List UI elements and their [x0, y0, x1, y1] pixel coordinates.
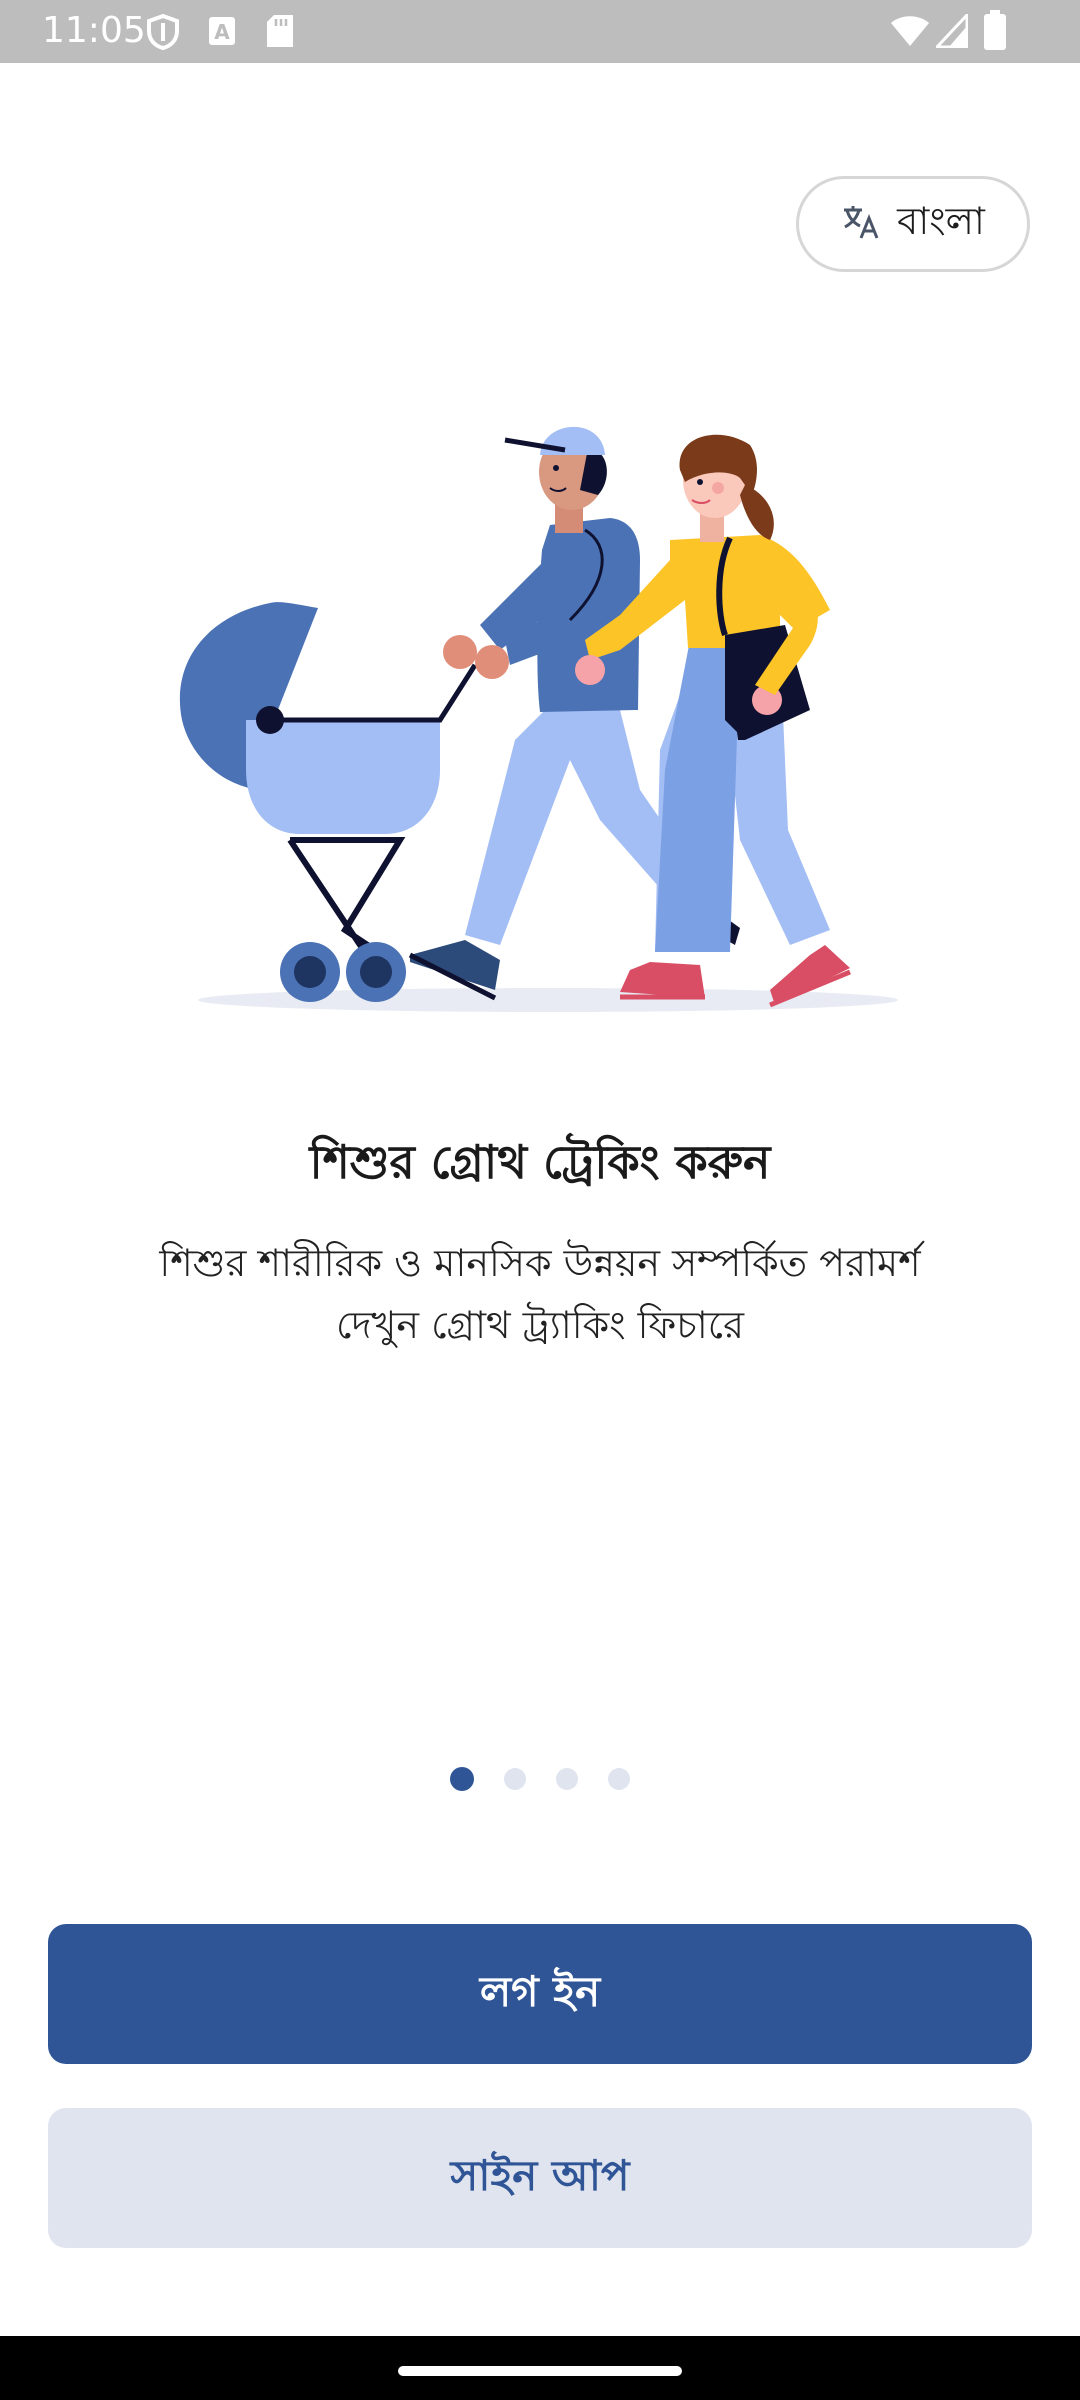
login-button[interactable]: লগ ইন: [48, 1924, 1032, 2064]
home-gesture-handle[interactable]: [398, 2366, 682, 2376]
page-indicator: [0, 1767, 1080, 1791]
shield-icon: [146, 13, 180, 54]
svg-text:A: A: [214, 20, 230, 44]
onboarding-title: শিশুর গ্রোথ ট্রেকিং করুন: [309, 1135, 771, 1189]
status-bar: 11:05 A: [0, 0, 1080, 63]
onboarding-screen: 11:05 A বাংলা শিশুর গ্রোথ ট্রেকিং করুন শ…: [0, 0, 1080, 2400]
wifi-icon: [890, 14, 930, 52]
onboarding-description-line: শিশুর শারীরিক ও মানসিক উন্নয়ন সম্পর্কিত…: [159, 1241, 921, 1285]
status-time: 11:05: [42, 10, 146, 51]
page-dot-2[interactable]: [504, 1768, 526, 1790]
onboarding-description: শিশুর শারীরিক ও মানসিক উন্নয়ন সম্পর্কিত…: [60, 1232, 1020, 1356]
onboarding-description-line: দেখুন গ্রোথ ট্র্যাকিং ফিচারে: [336, 1303, 744, 1347]
language-label: বাংলা: [897, 199, 985, 243]
sd-card-icon: [266, 14, 294, 52]
page-dot-1[interactable]: [450, 1767, 474, 1791]
signup-button[interactable]: সাইন আপ: [48, 2108, 1032, 2248]
font-a-icon: A: [208, 16, 236, 50]
battery-icon: [984, 10, 1006, 54]
page-dot-3[interactable]: [556, 1768, 578, 1790]
translate-icon: [841, 202, 881, 246]
page-dot-4[interactable]: [608, 1768, 630, 1790]
parents-with-stroller-illustration: [179, 426, 898, 1012]
language-selector-button[interactable]: বাংলা: [796, 176, 1030, 272]
signal-icon: [933, 11, 969, 52]
